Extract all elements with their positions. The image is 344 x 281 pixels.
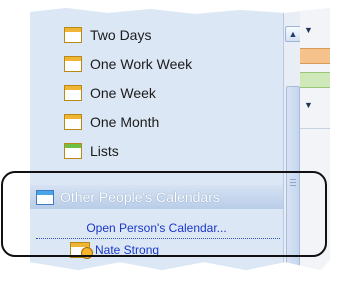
- divider: [300, 128, 330, 129]
- nav-item-label: Lists: [90, 143, 119, 159]
- nav-item-label: One Work Week: [90, 56, 193, 72]
- nav-item-label: One Month: [90, 114, 160, 130]
- nav-item-label: Two Days: [90, 27, 152, 43]
- appointment-block[interactable]: [300, 48, 330, 64]
- appointment-block[interactable]: [300, 72, 330, 88]
- dropdown-arrow-icon[interactable]: ▼: [304, 25, 313, 35]
- nav-item-lists[interactable]: Lists: [64, 141, 119, 161]
- nav-item-label: One Week: [90, 85, 156, 101]
- highlight-callout: [1, 171, 327, 257]
- calendar-icon: [64, 27, 82, 43]
- nav-item-one-month[interactable]: One Month: [64, 112, 159, 132]
- nav-item-one-week[interactable]: One Week: [64, 83, 156, 103]
- list-icon: [64, 143, 82, 159]
- scroll-up-arrow-icon[interactable]: ▲: [285, 26, 301, 42]
- nav-item-one-work-week[interactable]: One Work Week: [64, 54, 192, 74]
- nav-item-two-days[interactable]: Two Days: [64, 25, 151, 45]
- screenshot-frame: Two Days One Work Week One Week One Mont…: [0, 0, 344, 281]
- calendar-icon: [64, 85, 82, 101]
- calendar-icon: [64, 114, 82, 130]
- dropdown-arrow-icon[interactable]: ▼: [304, 100, 313, 110]
- calendar-icon: [64, 56, 82, 72]
